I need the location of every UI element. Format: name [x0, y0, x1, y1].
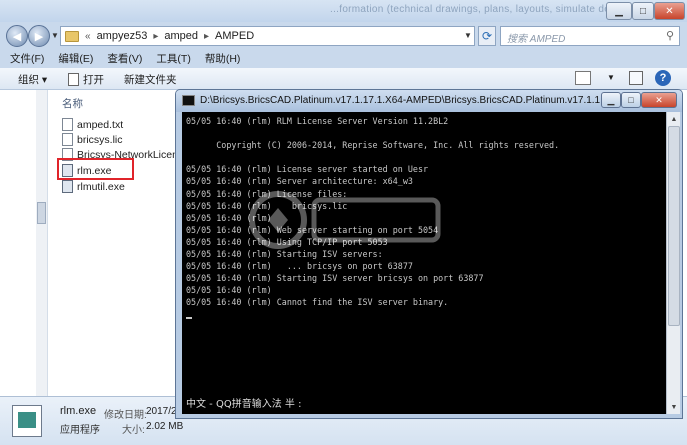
console-line: 05/05 16:40 (rlm) Using TCP/IP port 5053 [186, 236, 388, 247]
text-cursor [186, 316, 192, 319]
highlight-annotation [57, 158, 134, 180]
exe-file-icon [62, 180, 73, 193]
preview-pane-icon[interactable] [629, 71, 643, 85]
console-line: 05/05 16:40 (rlm) Cannot find the ISV se… [186, 297, 449, 308]
breadcrumb-amped[interactable]: amped [164, 30, 198, 42]
menu-view[interactable]: 查看(V) [107, 51, 142, 66]
console-scrollbar-thumb[interactable] [668, 126, 680, 326]
explorer-titlebar: ...formation (technical drawings, plans,… [0, 0, 687, 22]
breadcrumb-AMPED[interactable]: AMPED [215, 30, 254, 42]
console-title: D:\Bricsys.BricsCAD.Platinum.v17.1.17.1.… [200, 95, 600, 106]
console-titlebar[interactable]: D:\Bricsys.BricsCAD.Platinum.v17.1.17.1.… [176, 90, 682, 112]
console-minimize-button[interactable]: ▁ [601, 92, 621, 108]
address-overflow[interactable]: « [85, 31, 91, 42]
nav-scrollbar-thumb[interactable] [37, 202, 46, 224]
console-line: 05/05 16:40 (rlm) Server architecture: x… [186, 176, 413, 187]
menu-file[interactable]: 文件(F) [10, 51, 44, 66]
address-row: ◀ ▶ ▼ « ampyez53 ▸ amped ▸ AMPED ▼ ⟳ 搜索 … [0, 22, 687, 48]
command-bar: 组织 ▾ 打开 新建文件夹 ▼ ? [0, 68, 687, 90]
details-file-name: rlm.exe [60, 405, 97, 417]
console-line: 05/05 16:40 (rlm) RLM License Server Ver… [186, 116, 449, 126]
search-input[interactable]: 搜索 AMPED ⚲ [500, 26, 680, 46]
scroll-up-icon[interactable]: ▲ [668, 113, 680, 125]
menu-help[interactable]: 帮助(H) [205, 51, 241, 66]
ime-status-bar[interactable]: 中文 - QQ拼音输入法 半 : [186, 399, 301, 411]
console-maximize-button[interactable]: □ [621, 92, 641, 108]
console-icon [182, 95, 195, 106]
minimize-button[interactable]: ▁ [606, 2, 632, 20]
list-item[interactable]: amped.txt [62, 117, 123, 132]
details-size-value: 2.02 MB [146, 421, 184, 432]
file-name: bricsys.lic [77, 133, 123, 146]
new-folder-button[interactable]: 新建文件夹 [124, 72, 177, 87]
console-line: 05/05 16:40 (rlm) Web server starting on… [186, 224, 439, 235]
recent-pages-dropdown[interactable]: ▼ [51, 31, 59, 40]
view-options-icon[interactable] [575, 71, 591, 85]
navigation-pane[interactable] [0, 90, 48, 396]
console-line: 05/05 16:40 (rlm) [186, 212, 272, 223]
maximize-button[interactable]: □ [632, 2, 654, 20]
search-icon[interactable]: ⚲ [666, 29, 674, 42]
open-button[interactable]: 打开 [68, 72, 104, 87]
details-file-type: 应用程序 [60, 425, 100, 436]
list-item[interactable]: rlmutil.exe [62, 179, 125, 194]
console-line: 05/05 16:40 (rlm) Starting ISV server br… [186, 273, 484, 284]
folder-icon [65, 30, 79, 42]
breadcrumb-ampyez53[interactable]: ampyez53 [97, 30, 148, 42]
breadcrumb-separator: ▸ [204, 30, 210, 42]
details-size-label: 大小: [122, 425, 145, 436]
console-line: 05/05 16:40 (rlm) [186, 285, 272, 296]
console-scrollbar[interactable]: ▲ ▼ [666, 112, 680, 414]
menu-bar: 文件(F) 编辑(E) 查看(V) 工具(T) 帮助(H) [0, 48, 687, 68]
document-icon [68, 73, 79, 86]
chevron-down-icon[interactable]: ▼ [607, 73, 615, 82]
details-modified-value: 2017/2 [146, 406, 177, 417]
search-placeholder: 搜索 AMPED [507, 34, 566, 45]
console-line: 05/05 16:40 (rlm) ... bricsys on port 63… [186, 261, 413, 272]
breadcrumb-separator: ▸ [153, 30, 159, 42]
console-line: Copyright (C) 2006-2014, Reprise Softwar… [186, 140, 560, 151]
console-window[interactable]: D:\Bricsys.BricsCAD.Platinum.v17.1.17.1.… [175, 89, 683, 419]
exe-file-icon [12, 405, 42, 437]
console-line: 05/05 16:40 (rlm) Starting ISV servers: [186, 249, 383, 260]
list-item[interactable]: bricsys.lic [62, 132, 123, 147]
details-modified-label: 修改日期: [104, 410, 147, 421]
menu-tools[interactable]: 工具(T) [156, 51, 190, 66]
scroll-down-icon[interactable]: ▼ [668, 401, 680, 413]
address-bar[interactable]: « ampyez53 ▸ amped ▸ AMPED [60, 26, 475, 46]
license-file-icon [62, 133, 73, 146]
console-line: 05/05 16:40 (rlm) License files: [186, 188, 348, 199]
console-output[interactable]: 05/05 16:40 (rlm) RLM License Server Ver… [182, 112, 666, 414]
chevron-down-icon[interactable]: ▼ [464, 31, 472, 40]
console-line: 05/05 16:40 (rlm) bricsys.lic [186, 200, 348, 211]
help-icon[interactable]: ? [655, 70, 671, 86]
text-file-icon [62, 118, 73, 131]
file-name: rlmutil.exe [77, 180, 125, 193]
menu-edit[interactable]: 编辑(E) [58, 51, 93, 66]
column-header-name[interactable]: 名称 [62, 96, 83, 111]
nav-scrollbar[interactable] [36, 90, 47, 396]
back-arrow-icon[interactable]: ◀ [6, 25, 28, 47]
organize-button[interactable]: 组织 ▾ [18, 72, 47, 87]
forward-arrow-icon[interactable]: ▶ [28, 25, 50, 47]
open-label: 打开 [83, 74, 104, 86]
console-close-button[interactable]: ✕ [641, 92, 677, 108]
close-button[interactable]: ✕ [654, 2, 685, 20]
console-line: 05/05 16:40 (rlm) License server started… [186, 164, 429, 175]
refresh-icon[interactable]: ⟳ [478, 26, 496, 46]
file-name: amped.txt [77, 118, 124, 131]
